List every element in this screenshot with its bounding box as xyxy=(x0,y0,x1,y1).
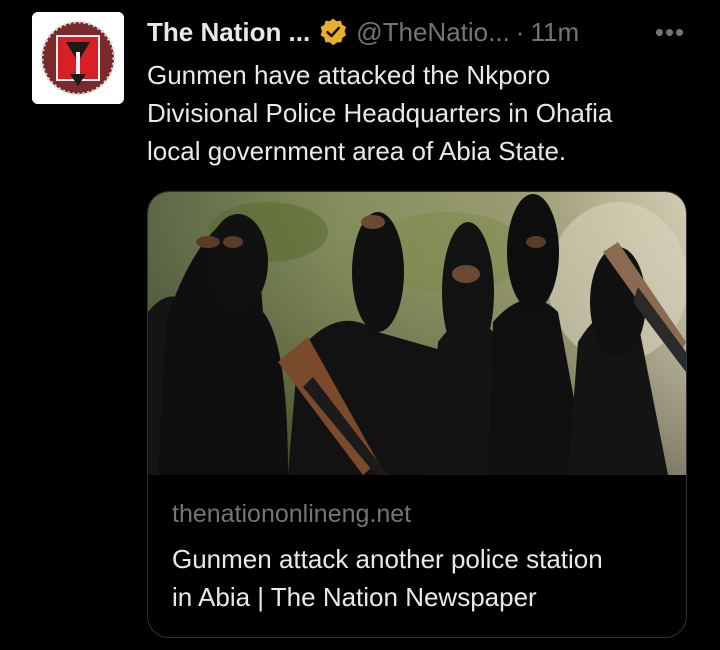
verified-badge-icon xyxy=(318,17,348,47)
more-options-icon[interactable]: ••• xyxy=(652,17,688,47)
separator-dot: · xyxy=(515,17,525,47)
tweet-text: Gunmen have attacked the Nkporo Division… xyxy=(147,60,613,166)
tweet[interactable]: The Nation ... @TheNatio... · 11m ••• Gu… xyxy=(0,0,720,650)
author-name[interactable]: The Nation ... xyxy=(147,14,310,50)
author-handle[interactable]: @TheNatio... xyxy=(356,14,510,50)
card-image[interactable] xyxy=(148,192,686,475)
avatar[interactable] xyxy=(32,12,124,104)
card-title[interactable]: Gunmen attack another police station in … xyxy=(172,540,672,616)
the-nation-logo xyxy=(32,12,124,104)
card-domain: thenationonlineng.net xyxy=(172,500,412,528)
link-preview-card[interactable]: thenationonlineng.net Gunmen attack anot… xyxy=(147,191,687,638)
post-time[interactable]: 11m xyxy=(530,14,579,50)
tweet-header: The Nation ... @TheNatio... · 11m xyxy=(147,14,579,50)
